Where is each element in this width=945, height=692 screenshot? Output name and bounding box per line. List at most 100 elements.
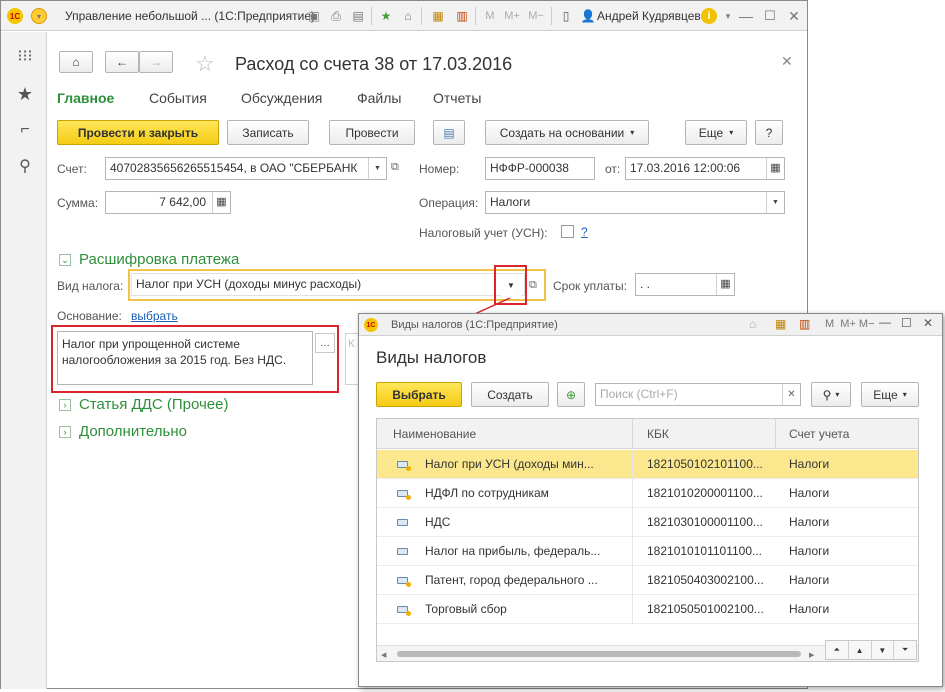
tab-reports[interactable]: Отчеты (433, 90, 481, 106)
column-header-name[interactable]: Наименование (393, 427, 476, 441)
table-row[interactable]: НДС 1821030100001100... Налоги (377, 508, 918, 537)
due-date-field[interactable]: . . ▦ (635, 273, 735, 296)
report-button[interactable]: ▤ (433, 120, 465, 145)
chevron-down-icon[interactable]: ▼ (766, 192, 784, 213)
apps-grid-icon[interactable]: ⁝⁝⁝ (13, 44, 37, 68)
maximize-icon[interactable]: ☐ (761, 7, 779, 25)
title-bar: 1С ▾ Управление небольшой ... (1С:Предпр… (1, 1, 807, 31)
date-label: от: (605, 162, 621, 176)
section-dds-title[interactable]: Статья ДДС (Прочее) (79, 396, 228, 413)
basis-textarea[interactable]: Налог при упрощенной системе налогооблож… (57, 331, 313, 385)
date-field[interactable]: 17.03.2016 12:00:06 ▦ (625, 157, 785, 180)
clear-icon[interactable]: ✕ (782, 384, 800, 405)
chevron-down-icon[interactable]: ▾ (719, 7, 737, 25)
search-options-button[interactable]: ⚲ ▾ (811, 382, 851, 407)
tax-type-field[interactable]: Налог при УСН (доходы минус расходы) (131, 273, 525, 296)
tab-main[interactable]: Главное (57, 90, 114, 106)
close-icon[interactable]: ✕ (923, 316, 933, 330)
column-header-account[interactable]: Счет учета (789, 427, 849, 441)
tax-accounting-help-link[interactable]: ? (581, 225, 588, 239)
minimize-icon[interactable]: — (879, 315, 891, 329)
calculator-icon[interactable]: ▦ (212, 192, 230, 213)
next-row-icon[interactable]: ▼ (872, 641, 895, 659)
open-icon[interactable]: ⧉ (391, 161, 399, 174)
operation-field[interactable]: Налоги ▼ (485, 191, 785, 214)
collapse-icon[interactable]: ⌄ (59, 254, 71, 266)
table-row[interactable]: НДФЛ по сотрудникам 1821010200001100... … (377, 479, 918, 508)
link-icon[interactable]: ⌂ (749, 317, 756, 331)
maximize-icon[interactable]: ☐ (901, 316, 912, 330)
tax-accounting-checkbox[interactable] (561, 225, 574, 238)
minimize-icon[interactable]: — (737, 7, 755, 25)
chevron-down-icon[interactable]: ▼ (501, 275, 521, 296)
forward-button[interactable]: → (139, 51, 173, 73)
more-button[interactable]: Еще ▾ (861, 382, 919, 407)
calendar-icon[interactable]: ▥ (453, 7, 471, 25)
calculator-icon[interactable]: ▦ (775, 317, 786, 331)
home-page-icon[interactable]: ⌂ (399, 7, 417, 25)
last-row-icon[interactable]: ⏷ (894, 641, 916, 659)
calendar-icon[interactable]: ▦ (766, 158, 784, 179)
home-button[interactable]: ⌂ (59, 51, 93, 73)
sum-field[interactable]: 7 642,00 ▦ (105, 191, 231, 214)
account-field[interactable]: 40702835656265515454, в ОАО "СБЕРБАНК ▼ (105, 157, 387, 180)
expand-icon[interactable]: › (59, 426, 71, 438)
scroll-right-icon[interactable]: ▶ (809, 651, 814, 659)
row-account: Налоги (789, 544, 830, 558)
post-and-close-button[interactable]: Провести и закрыть (57, 120, 219, 145)
table-row[interactable]: Торговый сбор 1821050501002100... Налоги (377, 595, 918, 624)
page-title: Расход со счета 38 от 17.03.2016 (235, 54, 513, 74)
star-icon[interactable]: ☆ (195, 51, 215, 77)
create-button[interactable]: Создать (471, 382, 549, 407)
memory-buttons[interactable]: M M+ M− (825, 318, 875, 330)
scrollbar-thumb[interactable] (397, 651, 801, 657)
close-icon[interactable]: ✕ (785, 7, 803, 25)
post-button[interactable]: Провести (329, 120, 415, 145)
scroll-left-icon[interactable]: ◀ (381, 651, 386, 659)
history-icon[interactable]: ⌐ (13, 118, 37, 142)
favorites-icon[interactable]: ★ (13, 82, 37, 106)
close-form-icon[interactable]: ✕ (781, 53, 793, 70)
user-name[interactable]: Андрей Кудрявцев (597, 9, 701, 23)
calculator-icon[interactable]: ▦ (429, 7, 447, 25)
favorites-add-icon[interactable]: ★ (377, 7, 395, 25)
row-name: Налог при УСН (доходы мин... (425, 457, 594, 471)
table-row[interactable]: Налог при УСН (доходы мин... 18210501021… (377, 450, 918, 479)
chevron-down-icon[interactable]: ▼ (368, 158, 386, 179)
ellipsis-button[interactable]: … (315, 333, 335, 353)
info-icon[interactable]: i (701, 8, 717, 24)
number-field[interactable]: НФФР-000038 (485, 157, 595, 180)
search-input[interactable]: Поиск (Ctrl+F) ✕ (595, 383, 801, 406)
more-button[interactable]: Еще ▾ (685, 120, 747, 145)
memory-m-button[interactable]: M (481, 7, 499, 25)
tab-discussions[interactable]: Обсуждения (241, 90, 322, 106)
copy-button[interactable]: ⊕ (557, 382, 585, 407)
tab-files[interactable]: Файлы (357, 90, 401, 106)
table-row[interactable]: Патент, город федерального ... 182105040… (377, 566, 918, 595)
tab-events[interactable]: События (149, 90, 207, 106)
table-row[interactable]: Налог на прибыль, федераль... 1821010101… (377, 537, 918, 566)
main-menu-icon[interactable]: ▾ (31, 8, 47, 24)
select-button[interactable]: Выбрать (376, 382, 462, 407)
basis-select-link[interactable]: выбрать (131, 309, 178, 323)
panel-layout-icon[interactable]: ▯ (557, 7, 575, 25)
save-button[interactable]: Записать (227, 120, 309, 145)
open-icon[interactable]: ⧉ (529, 279, 537, 292)
section-extra-title[interactable]: Дополнительно (79, 423, 187, 440)
prev-row-icon[interactable]: ▲ (849, 641, 872, 659)
calendar-icon[interactable]: ▦ (716, 274, 734, 295)
search-icon[interactable]: ⚲ (13, 154, 37, 178)
save-icon[interactable]: ▣ (305, 7, 323, 25)
help-button[interactable]: ? (755, 120, 783, 145)
print-icon[interactable]: ⎙ (327, 7, 345, 25)
expand-icon[interactable]: › (59, 399, 71, 411)
create-based-on-button[interactable]: Создать на основании ▾ (485, 120, 649, 145)
section-payment-title[interactable]: Расшифровка платежа (79, 251, 239, 268)
column-header-kbk[interactable]: КБК (647, 427, 669, 441)
preview-icon[interactable]: ▤ (349, 7, 367, 25)
back-button[interactable]: ← (105, 51, 139, 73)
memory-mplus-button[interactable]: M+ (501, 7, 523, 25)
memory-mminus-button[interactable]: M− (525, 7, 547, 25)
calendar-icon[interactable]: ▥ (799, 317, 810, 331)
first-row-icon[interactable]: ⏶ (826, 641, 849, 659)
